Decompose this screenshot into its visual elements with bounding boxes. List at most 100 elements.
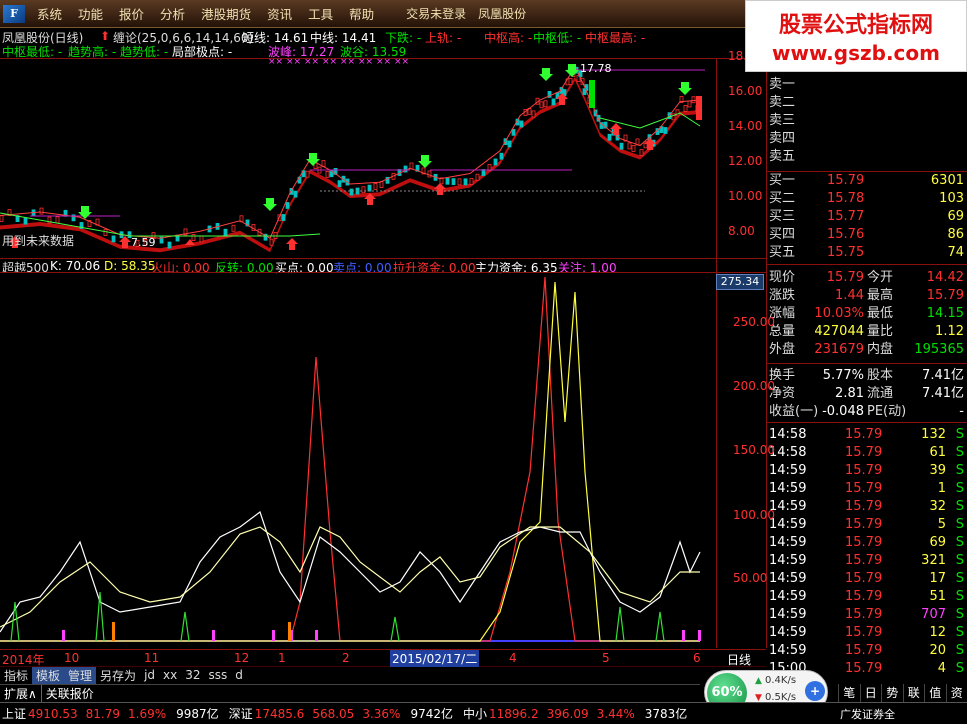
- focus-bar: [682, 630, 685, 641]
- tick-side: S: [955, 589, 964, 604]
- sme-index-label: 中小: [462, 707, 487, 721]
- tick-row[interactable]: 14:59 15.79 69 S: [767, 534, 967, 552]
- menu-item-hk-futures[interactable]: 港股期货: [193, 4, 259, 23]
- tick-time: 14:59: [769, 571, 807, 586]
- tab-template[interactable]: 模板: [32, 666, 65, 684]
- tick-row[interactable]: 14:59 15.79 707 S: [767, 606, 967, 624]
- buy-level-row[interactable]: 买二 15.78 103: [767, 190, 967, 208]
- candle: [293, 190, 298, 198]
- tab-manage[interactable]: 管理: [64, 666, 97, 684]
- time-cursor-label[interactable]: 2015/02/17/二: [390, 650, 480, 667]
- side-button-link[interactable]: 联: [902, 684, 925, 702]
- app-logo-icon[interactable]: F: [3, 4, 25, 23]
- stat-row[interactable]: 换手 5.77% 股本 7.41亿: [767, 367, 967, 385]
- stat-row[interactable]: 现价 15.79 今开 14.42: [767, 269, 967, 287]
- side-button-value[interactable]: 值: [924, 684, 946, 702]
- side-buttons: 笔 日 势 联 值 资: [838, 684, 967, 702]
- sell-level-row[interactable]: 卖二: [767, 94, 967, 112]
- window-stock-name: 凤凰股份: [478, 7, 527, 21]
- indicator-tick-label: 100.00: [733, 508, 775, 522]
- stat-value-2: 14.15: [926, 306, 964, 321]
- tick-volume: 17: [929, 571, 946, 586]
- tick-row[interactable]: 14:59 15.79 39 S: [767, 462, 967, 480]
- tick-time: 14:59: [769, 463, 807, 478]
- tab-32[interactable]: 32: [181, 668, 204, 682]
- stat-value: 427044: [814, 324, 864, 339]
- menu-item-help[interactable]: 帮助: [341, 4, 382, 23]
- candle: [337, 180, 342, 188]
- tab-indicator[interactable]: 指标: [0, 667, 32, 684]
- tick-row[interactable]: 14:58 15.79 61 S: [767, 444, 967, 462]
- extend-button[interactable]: 扩展∧: [0, 685, 42, 702]
- candle: [0, 215, 4, 222]
- upload-speed: 0.4K/s: [765, 675, 797, 686]
- tick-row[interactable]: 14:59 15.79 17 S: [767, 570, 967, 588]
- stat-row[interactable]: 收益(一) -0.048 PE(动) -: [767, 403, 967, 421]
- indicator-chart[interactable]: [0, 272, 766, 648]
- tick-row[interactable]: 14:59 15.79 12 S: [767, 624, 967, 642]
- menu-item-tools[interactable]: 工具: [300, 4, 341, 23]
- side-button-pen[interactable]: 笔: [838, 684, 860, 702]
- tick-volume: 51: [929, 589, 946, 604]
- tick-side: S: [955, 463, 964, 478]
- side-button-day[interactable]: 日: [859, 684, 882, 702]
- tick-volume: 4: [937, 661, 946, 676]
- side-button-fund[interactable]: 资: [945, 684, 967, 702]
- menu-item-news[interactable]: 资讯: [259, 4, 300, 23]
- menu-item-quote[interactable]: 报价: [111, 4, 152, 23]
- menu-item-analysis[interactable]: 分析: [152, 4, 193, 23]
- menu-item-system[interactable]: 系统: [29, 4, 70, 23]
- k-line: [0, 511, 701, 633]
- sell-level-row[interactable]: 卖五: [767, 148, 967, 166]
- sell-level-row[interactable]: 卖三: [767, 112, 967, 130]
- tick-row[interactable]: 14:58 15.79 132 S: [767, 426, 967, 444]
- tick-row[interactable]: 14:59 15.79 321 S: [767, 552, 967, 570]
- stat-row[interactable]: 涨幅 10.03% 最低 14.15: [767, 305, 967, 323]
- price-chart[interactable]: ×× ×× ×× ×× ×× ×× ×× ××: [0, 58, 766, 283]
- candle: [663, 127, 668, 134]
- side-button-trend[interactable]: 势: [881, 684, 903, 702]
- stat-value-2: 14.42: [926, 270, 964, 285]
- tab-jd[interactable]: jd: [140, 668, 159, 682]
- stat-row[interactable]: 净资 2.81 流通 7.41亿: [767, 385, 967, 403]
- candle: [499, 152, 504, 160]
- login-status[interactable]: 交易未登录: [406, 5, 466, 22]
- buy-level-row[interactable]: 买三 15.77 69: [767, 208, 967, 226]
- tab-d[interactable]: d: [231, 668, 247, 682]
- tick-time: 14:59: [769, 481, 807, 496]
- stat-row[interactable]: 涨跌 1.44 最高 15.79: [767, 287, 967, 305]
- tick-row[interactable]: 14:59 15.79 51 S: [767, 588, 967, 606]
- peak-marker-icon: ××: [268, 58, 283, 67]
- tick-volume: 12: [929, 625, 946, 640]
- period-label[interactable]: 日线: [727, 651, 751, 668]
- stat-value: 1.44: [835, 288, 864, 303]
- tab-sss[interactable]: sss: [205, 668, 232, 682]
- buy-level-row[interactable]: 买四 15.76 86: [767, 226, 967, 244]
- related-quote-button[interactable]: 关联报价: [42, 685, 98, 702]
- sell-signal-arrow-icon: [418, 155, 432, 168]
- tick-row[interactable]: 14:59 15.79 32 S: [767, 498, 967, 516]
- tab-xx[interactable]: xx: [159, 668, 181, 682]
- order-divider: [767, 363, 967, 364]
- stat-value-2: 15.79: [926, 288, 964, 303]
- buy-level-row[interactable]: 买一 15.79 6301: [767, 172, 967, 190]
- high-price-label: 17.78: [580, 62, 612, 75]
- tick-side: S: [955, 553, 964, 568]
- sell-level-row[interactable]: 卖一: [767, 76, 967, 94]
- plus-icon[interactable]: +: [805, 681, 825, 701]
- sell-level-row[interactable]: 卖四: [767, 130, 967, 148]
- tab-save-as[interactable]: 另存为: [96, 667, 140, 684]
- stat-row[interactable]: 外盘 231679 内盘 195365: [767, 341, 967, 359]
- tick-side: S: [955, 607, 964, 622]
- tick-time: 14:59: [769, 589, 807, 604]
- time-axis: [0, 649, 766, 666]
- stat-label-2: 量比: [867, 324, 894, 339]
- tick-row[interactable]: 14:59 15.79 1 S: [767, 480, 967, 498]
- menu-item-function[interactable]: 功能: [70, 4, 111, 23]
- broker-name[interactable]: 广发证券全: [840, 706, 895, 722]
- tick-row[interactable]: 14:59 15.79 5 S: [767, 516, 967, 534]
- stat-value-2: 1.12: [935, 324, 964, 339]
- stat-row[interactable]: 总量 427044 量比 1.12: [767, 323, 967, 341]
- tick-row[interactable]: 14:59 15.79 20 S: [767, 642, 967, 660]
- buy-level-row[interactable]: 买五 15.75 74: [767, 244, 967, 262]
